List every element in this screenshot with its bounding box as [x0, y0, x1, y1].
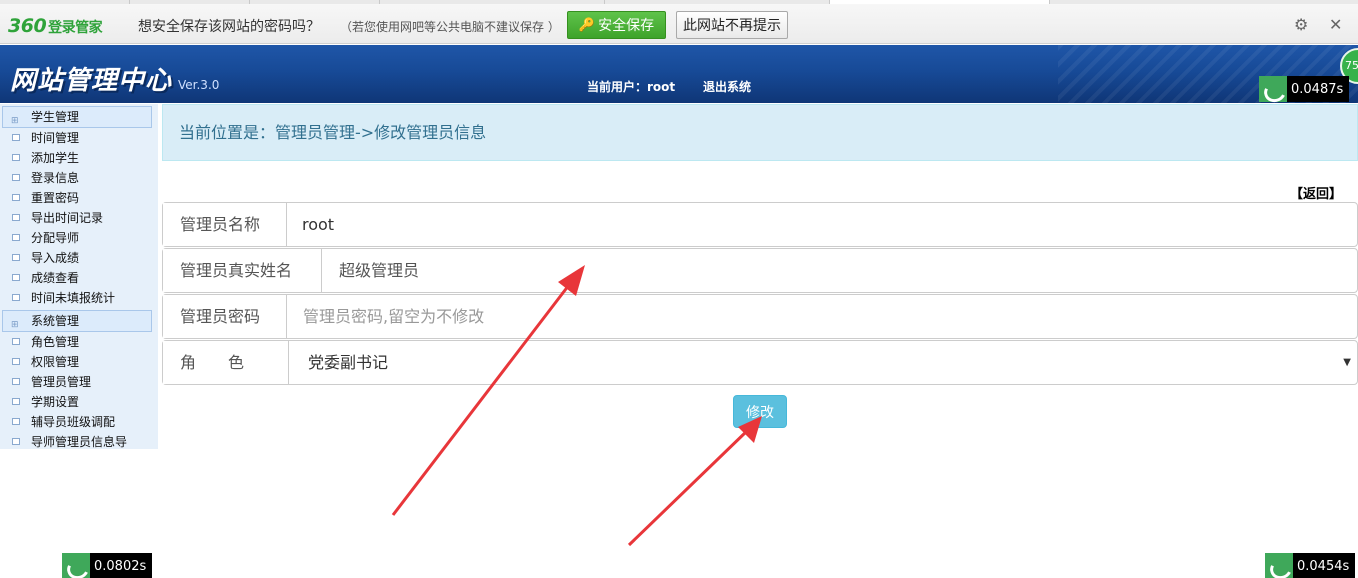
submit-edit-button[interactable]: 修改 — [733, 395, 787, 428]
sidebar-item-label: 重置密码 — [31, 191, 80, 205]
page-icon — [12, 274, 20, 281]
brand-text: 登录管家 — [48, 20, 103, 36]
name-label: 管理员名称 — [163, 203, 287, 246]
sidebar-item[interactable]: 辅导员班级调配 — [0, 412, 158, 432]
sidebar-item-label: 成绩查看 — [31, 271, 80, 285]
sidebar-item[interactable]: 权限管理 — [0, 352, 158, 372]
screen: 360 登录管家 想安全保存该网站的密码吗？ （若您使用网吧等公共电脑不建议保存 … — [0, 0, 1358, 578]
sidebar-item-label: 导出时间记录 — [31, 211, 104, 225]
password-input[interactable]: 管理员密码,留空为不修改 — [303, 295, 484, 338]
sidebar: ⊞ 学生管理时间管理添加学生登录信息重置密码导出时间记录 分配导师导入成绩成绩查看时… — [0, 104, 158, 449]
password-label: 管理员密码 — [163, 295, 287, 338]
page-icon — [12, 358, 20, 365]
sidebar-group-header[interactable]: ⊞ 学生管理 — [2, 106, 152, 128]
sidebar-item-label: 导师管理员信息导 — [31, 435, 128, 449]
page-icon — [12, 398, 20, 405]
sidebar-item-label: 时间管理 — [31, 131, 80, 145]
timer-badge-bottom-left: 0.0802s — [62, 553, 153, 578]
save-password-hint: （若您使用网吧等公共电脑不建议保存 ） — [340, 20, 560, 34]
key-icon: 🔑 — [578, 17, 596, 33]
brand-number: 360 — [8, 15, 47, 37]
page-icon — [12, 378, 20, 385]
sidebar-item-label: 登录信息 — [31, 171, 80, 185]
timer-badge-top-right: 0.0487s — [1259, 76, 1350, 102]
name-input[interactable]: root — [302, 203, 334, 246]
sidebar-item[interactable]: 角色管理 — [0, 332, 158, 352]
chevron-down-icon[interactable]: ▼ — [1343, 341, 1351, 384]
site-header: 网站管理中心 Ver.3.0 当前用户：root 退出系统 75 — [0, 45, 1358, 103]
form-row-realname: 管理员真实姓名 超级管理员 — [162, 248, 1358, 293]
page-icon — [12, 154, 20, 161]
timer-value: 0.0802s — [94, 558, 147, 574]
sidebar-item[interactable]: 登录信息 — [0, 168, 158, 188]
timer-icon — [62, 553, 90, 578]
page-icon — [12, 294, 20, 301]
form-row-role: 角 色 党委副书记 ▼ — [162, 340, 1358, 385]
login-manager-logo: 360 登录管家 — [8, 15, 103, 37]
realname-label: 管理员真实姓名 — [163, 249, 322, 292]
sidebar-item[interactable]: 成绩查看 — [0, 268, 158, 288]
sidebar-item-label: 分配导师 — [31, 231, 80, 245]
gear-icon[interactable]: ⚙ — [1294, 15, 1308, 34]
sidebar-item-label: 导入成绩 — [31, 251, 80, 265]
page-icon — [12, 234, 20, 241]
sidebar-item[interactable]: 时间管理 — [0, 128, 158, 148]
timer-value: 0.0454s — [1297, 558, 1350, 574]
sidebar-item[interactable]: 导出时间记录 — [0, 208, 158, 228]
sidebar-item-label: 学期设置 — [31, 395, 80, 409]
form-row-name: 管理员名称 root — [162, 202, 1358, 247]
sidebar-item-label: 角色管理 — [31, 335, 80, 349]
sidebar-item-label: 辅导员班级调配 — [31, 415, 116, 429]
sidebar-item-label: 权限管理 — [31, 355, 80, 369]
sidebar-item[interactable]: 学期设置 — [0, 392, 158, 412]
site-version: Ver.3.0 — [178, 78, 220, 92]
sidebar-item[interactable]: 分配导师 — [0, 228, 158, 248]
page-icon — [12, 174, 20, 181]
page-icon — [12, 214, 20, 221]
current-user: 当前用户：root — [587, 80, 676, 94]
sidebar-item[interactable]: 导师管理员信息导 — [0, 432, 158, 452]
arrow-to-submit — [627, 416, 762, 547]
realname-input[interactable]: 超级管理员 — [339, 249, 419, 292]
sidebar-group-title: 系统管理 — [31, 314, 80, 328]
sidebar-item[interactable]: 添加学生 — [0, 148, 158, 168]
timer-value: 0.0487s — [1291, 81, 1344, 97]
save-password-question: 想安全保存该网站的密码吗？ — [138, 19, 320, 35]
sidebar-group-header[interactable]: ⊞ 系统管理 — [2, 310, 152, 332]
page-icon — [12, 254, 20, 261]
site-title: 网站管理中心 — [10, 66, 173, 96]
breadcrumb: 当前位置是：管理员管理->修改管理员信息 — [162, 104, 1358, 161]
sidebar-item-label: 添加学生 — [31, 151, 80, 165]
back-link[interactable]: 【返回】 — [1290, 183, 1342, 202]
page-icon — [12, 338, 20, 345]
secure-save-label: 安全保存 — [598, 18, 655, 34]
timer-icon — [1259, 76, 1287, 102]
sidebar-item[interactable]: 时间未填报统计 — [0, 288, 158, 308]
secure-save-button[interactable]: 🔑 安全保存 — [567, 11, 666, 39]
sidebar-item[interactable]: 重置密码 — [0, 188, 158, 208]
sidebar-item-label: 时间未填报统计 — [31, 291, 116, 305]
sidebar-item[interactable]: 管理员管理 — [0, 372, 158, 392]
page-icon — [12, 418, 20, 425]
sidebar-item[interactable]: 导入成绩 — [0, 248, 158, 268]
logout-link[interactable]: 退出系统 — [703, 78, 751, 95]
timer-badge-bottom-right: 0.0454s — [1265, 553, 1356, 578]
role-label: 角 色 — [163, 341, 289, 384]
page-icon — [12, 194, 20, 201]
close-icon[interactable]: ✕ — [1329, 15, 1342, 34]
form-row-password: 管理员密码 管理员密码,留空为不修改 — [162, 294, 1358, 339]
sidebar-item-label: 管理员管理 — [31, 375, 92, 389]
page-icon — [12, 438, 20, 445]
never-prompt-button[interactable]: 此网站不再提示 — [676, 11, 788, 39]
timer-icon — [1265, 553, 1293, 578]
page-icon — [12, 134, 20, 141]
sidebar-group-title: 学生管理 — [31, 110, 80, 124]
role-select[interactable]: 党委副书记 — [308, 341, 388, 384]
password-save-bar: 360 登录管家 想安全保存该网站的密码吗？ （若您使用网吧等公共电脑不建议保存 … — [0, 4, 1358, 44]
